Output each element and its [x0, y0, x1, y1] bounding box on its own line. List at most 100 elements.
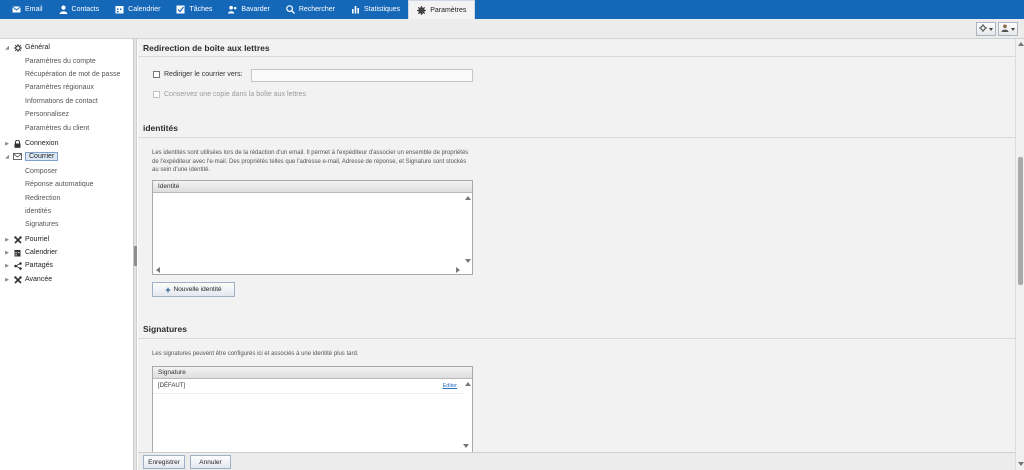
action-bar: Enregistrer Annuler: [138, 452, 1015, 470]
gear-icon: [417, 5, 427, 15]
identities-column-header[interactable]: Identité: [153, 181, 472, 193]
sidebar-item-redirection[interactable]: Redirection: [25, 193, 60, 204]
forward-address-input[interactable]: [251, 69, 473, 82]
sidebar-group-calendrier[interactable]: ▶ Calendrier: [4, 247, 57, 258]
splitter-grip-handle[interactable]: [134, 246, 137, 266]
sidebar-item-identities[interactable]: identités: [25, 206, 51, 217]
expand-toggle-icon[interactable]: ▶: [4, 263, 10, 269]
tab-contacts-label: Contacts: [71, 6, 100, 13]
collapse-toggle-icon[interactable]: ◢: [4, 154, 10, 160]
tab-chat-label: Bavarder: [241, 6, 270, 13]
gear-icon: [13, 43, 22, 52]
signatures-vertical-scrollbar[interactable]: [463, 379, 472, 452]
signatures-column-header[interactable]: Signature: [153, 367, 472, 379]
forward-mail-label: Rediriger le courrier vers:: [164, 71, 243, 78]
sidebar-item-regional-settings[interactable]: Paramètres régionaux: [25, 82, 94, 93]
plus-icon: +: [165, 284, 171, 295]
tab-chat[interactable]: Bavarder: [220, 0, 277, 19]
share-icon: [13, 261, 22, 270]
envelope-icon: [12, 5, 21, 14]
sidebar-item-password-recovery[interactable]: Récupération de mot de passe: [25, 69, 120, 80]
scroll-down-icon[interactable]: [465, 259, 471, 263]
user-menu-button[interactable]: [998, 22, 1018, 36]
table-row[interactable]: [DÉFAUT] Editer: [153, 379, 463, 394]
sidebar-item-signatures[interactable]: Signatures: [25, 219, 58, 230]
sidebar-item-compose[interactable]: Composer: [25, 166, 57, 177]
tab-calendar[interactable]: Calendrier: [107, 0, 168, 19]
sidebar-group-connexion[interactable]: ▶ Connexion: [4, 138, 58, 149]
tab-tasks-label: Tâches: [189, 6, 213, 13]
save-button[interactable]: Enregistrer: [143, 455, 185, 469]
user-icon: [1001, 24, 1009, 34]
cancel-button[interactable]: Annuler: [190, 455, 231, 469]
scroll-up-icon[interactable]: [465, 382, 471, 386]
forward-mail-checkbox[interactable]: [153, 71, 160, 78]
sidebar-group-label: Courrier: [25, 152, 59, 161]
identities-grid: Identité: [152, 180, 473, 275]
sidebar-item-auto-reply[interactable]: Réponse automatique: [25, 179, 94, 190]
tools-icon: [13, 235, 22, 244]
chevron-down-icon: [1011, 27, 1015, 31]
expand-toggle-icon[interactable]: ▶: [4, 250, 10, 256]
envelope-icon: [13, 152, 22, 161]
edit-signature-link[interactable]: Editer: [443, 379, 457, 393]
section-divider: [138, 56, 1015, 57]
scroll-up-icon[interactable]: [1017, 42, 1024, 46]
expand-toggle-icon[interactable]: ▶: [4, 237, 10, 243]
scrollbar-thumb[interactable]: [1018, 157, 1023, 285]
keep-copy-label: Conservez une copie dans la boîte aux le…: [164, 91, 307, 98]
checkbox-icon: [176, 5, 185, 14]
scroll-right-icon[interactable]: [456, 267, 460, 273]
scroll-down-icon[interactable]: [1017, 462, 1024, 466]
identities-vertical-scrollbar[interactable]: [463, 193, 472, 265]
collapse-toggle-icon[interactable]: ◢: [4, 45, 10, 51]
tools-icon: [13, 275, 22, 284]
signatures-grid: Signature [DÉFAUT] Editer: [152, 366, 473, 452]
lock-icon: [13, 139, 22, 148]
expand-toggle-icon[interactable]: ▶: [4, 277, 10, 283]
scroll-up-icon[interactable]: [465, 196, 471, 200]
settings-sidebar: ◢ Général Paramètres du compte Récupérat…: [0, 39, 134, 470]
sidebar-group-partages[interactable]: ▶ Partagés: [4, 260, 53, 271]
scroll-left-icon[interactable]: [156, 267, 160, 273]
sidebar-item-account-settings[interactable]: Paramètres du compte: [25, 56, 96, 67]
person-icon: [59, 5, 68, 14]
sidebar-group-pourriel[interactable]: ▶ Pourriel: [4, 234, 49, 245]
tab-search[interactable]: Rechercher: [278, 0, 343, 19]
keep-copy-checkbox[interactable]: [153, 91, 160, 98]
sidebar-group-general[interactable]: ◢ Général: [4, 42, 50, 53]
tab-settings[interactable]: Paramètres: [408, 0, 476, 19]
sidebar-item-customize[interactable]: Personnalisez: [25, 109, 69, 120]
sidebar-group-label: Calendrier: [25, 249, 58, 256]
tab-tasks[interactable]: Tâches: [168, 0, 220, 19]
tab-email[interactable]: Email: [4, 0, 51, 19]
tab-settings-label: Paramètres: [430, 6, 467, 14]
scroll-down-icon[interactable]: [463, 444, 469, 448]
tab-search-label: Rechercher: [298, 6, 335, 13]
settings-content: Redirection de boîte aux lettres Redirig…: [138, 39, 1015, 452]
tab-statistics[interactable]: Statistiques: [343, 0, 408, 19]
identities-description: Les identités sont utilisées lors de la …: [152, 150, 469, 173]
expand-toggle-icon[interactable]: ▶: [4, 141, 10, 147]
section-divider: [138, 338, 1015, 339]
new-identity-button[interactable]: + Nouvelle identité: [152, 282, 235, 297]
sidebar-group-avancee[interactable]: ▶ Avancée: [4, 274, 52, 285]
sidebar-group-label: Connexion: [25, 140, 59, 147]
sidebar-item-client-settings[interactable]: Paramètres du client: [25, 123, 89, 134]
toolbar: [0, 19, 1024, 39]
sidebar-item-contact-info[interactable]: Informations de contact: [25, 96, 98, 107]
tab-email-label: Email: [25, 6, 43, 13]
page-vertical-scrollbar[interactable]: [1015, 39, 1024, 470]
new-identity-label: Nouvelle identité: [173, 286, 222, 293]
forward-mail-row: Rediriger le courrier vers:: [153, 71, 243, 78]
section-divider: [138, 137, 1015, 138]
tab-contacts[interactable]: Contacts: [51, 0, 108, 19]
settings-menu-button[interactable]: [976, 22, 996, 36]
keep-copy-row: Conservez une copie dans la boîte aux le…: [153, 91, 306, 98]
chevron-down-icon: [989, 27, 993, 31]
calendar-icon: [115, 5, 124, 14]
search-icon: [286, 5, 295, 14]
calendar-icon: [13, 248, 22, 257]
sidebar-group-courrier[interactable]: ◢ Courrier: [4, 151, 59, 162]
chat-icon: [228, 5, 237, 14]
